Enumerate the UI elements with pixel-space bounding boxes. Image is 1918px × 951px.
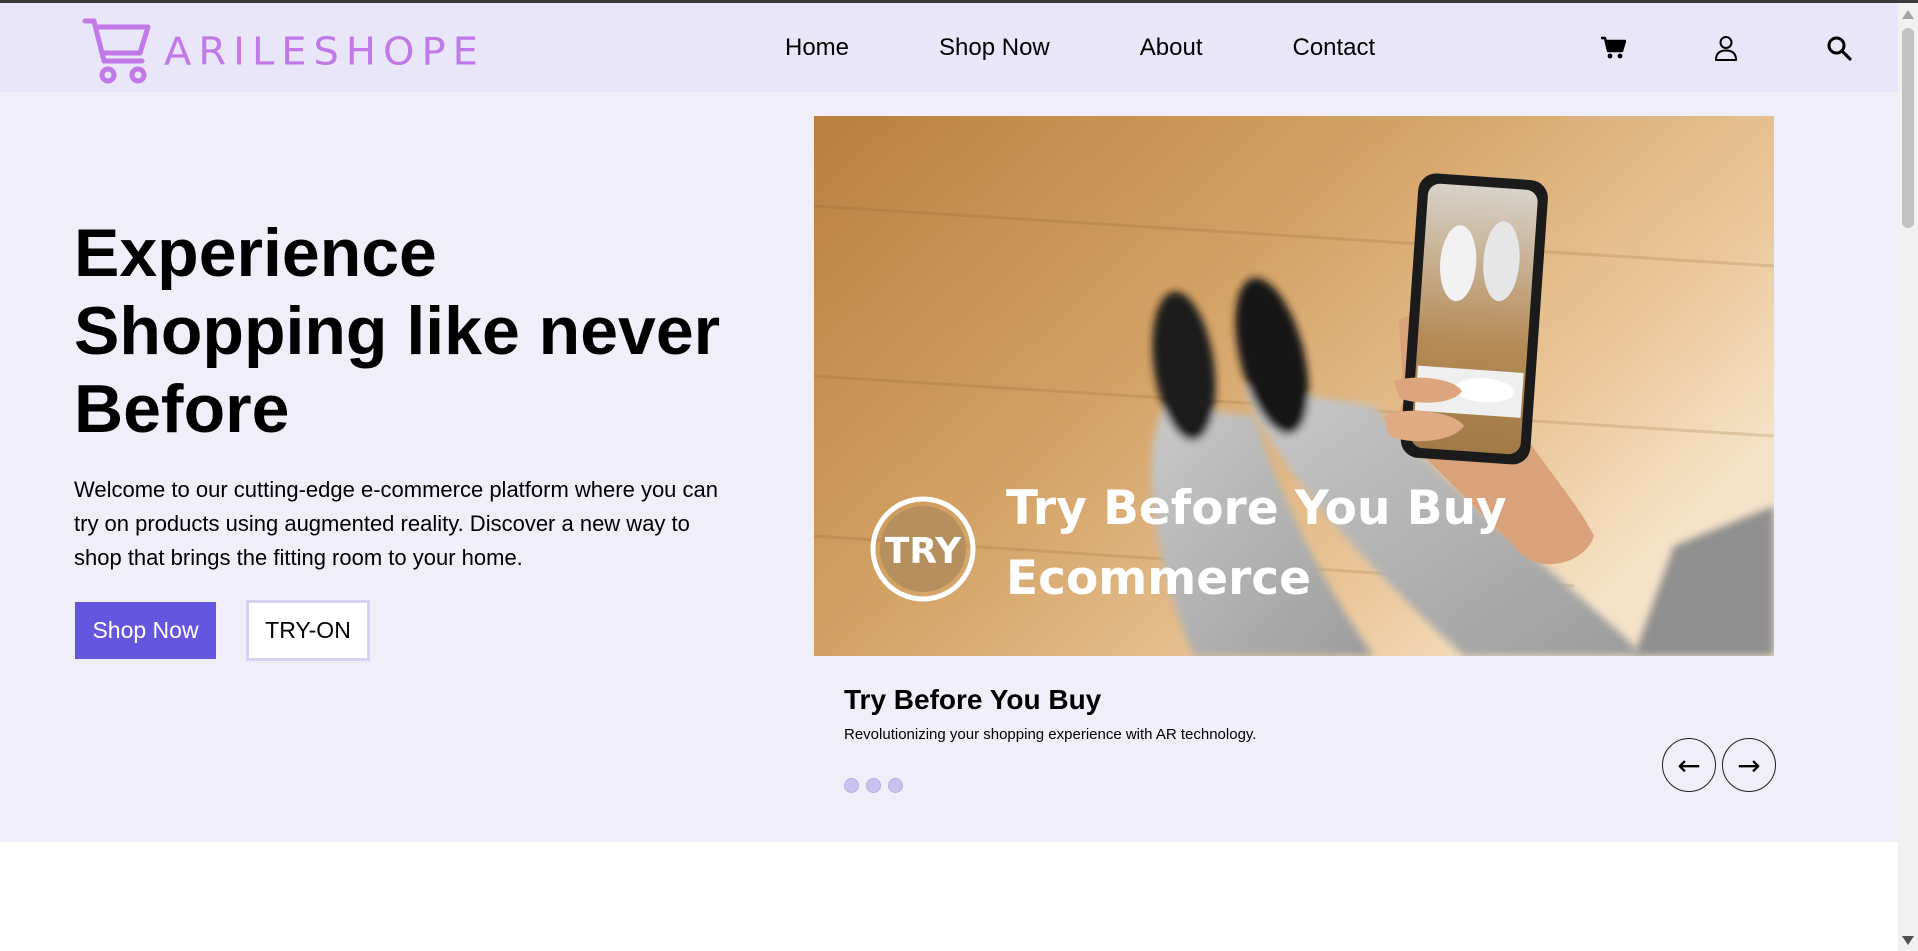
nav-link-contact[interactable]: Contact [1292, 34, 1375, 62]
try-on-button[interactable]: TRY-ON [246, 600, 370, 661]
cart-icon[interactable] [1598, 33, 1628, 63]
scroll-up-arrow-icon[interactable] [1902, 10, 1914, 19]
carousel-next-button[interactable]: → [1722, 738, 1776, 792]
logo[interactable]: ARILESHOPE [82, 17, 485, 87]
carousel-dot[interactable] [844, 778, 859, 793]
try-badge: TRY [885, 531, 962, 572]
shopping-cart-logo-icon [82, 18, 151, 84]
navbar: ARILESHOPE Home Shop Now About Contact [0, 3, 1898, 92]
nav-link-home[interactable]: Home [785, 34, 849, 62]
slide-caption-title: Try Before You Buy [844, 684, 1102, 715]
nav-link-shop-now[interactable]: Shop Now [939, 34, 1050, 62]
scroll-down-arrow-icon[interactable] [1902, 936, 1914, 945]
brand-name: ARILESHOPE [164, 30, 485, 74]
hero-description: Welcome to our cutting-edge e-commerce p… [74, 477, 718, 570]
slide-caption-text: Revolutionizing your shopping experience… [844, 726, 1257, 743]
hero-section: Experience Shopping like never Before We… [0, 92, 1898, 842]
nav-link-about[interactable]: About [1140, 34, 1203, 62]
slide-headline-line2: Ecommerce [1006, 551, 1311, 606]
vertical-scrollbar[interactable] [1898, 3, 1918, 951]
main-nav: Home Shop Now About Contact [785, 3, 1465, 92]
scrollbar-thumb[interactable] [1902, 28, 1914, 228]
slide-headline-line1: Try Before You Buy [1006, 481, 1507, 536]
nav-icons [1598, 3, 1854, 92]
shop-now-button[interactable]: Shop Now [75, 602, 216, 659]
user-icon[interactable] [1711, 33, 1741, 63]
carousel-dot[interactable] [888, 778, 903, 793]
carousel-dots [844, 778, 910, 793]
hero-title: Experience Shopping like never Before [74, 215, 721, 447]
carousel-dot[interactable] [866, 778, 881, 793]
page: ARILESHOPE Home Shop Now About Contact E… [0, 3, 1898, 951]
carousel-slide-image: TRY Try Before You Buy Ecommerce [814, 116, 1774, 656]
carousel-prev-button[interactable]: ← [1662, 738, 1716, 792]
search-icon[interactable] [1824, 33, 1854, 63]
